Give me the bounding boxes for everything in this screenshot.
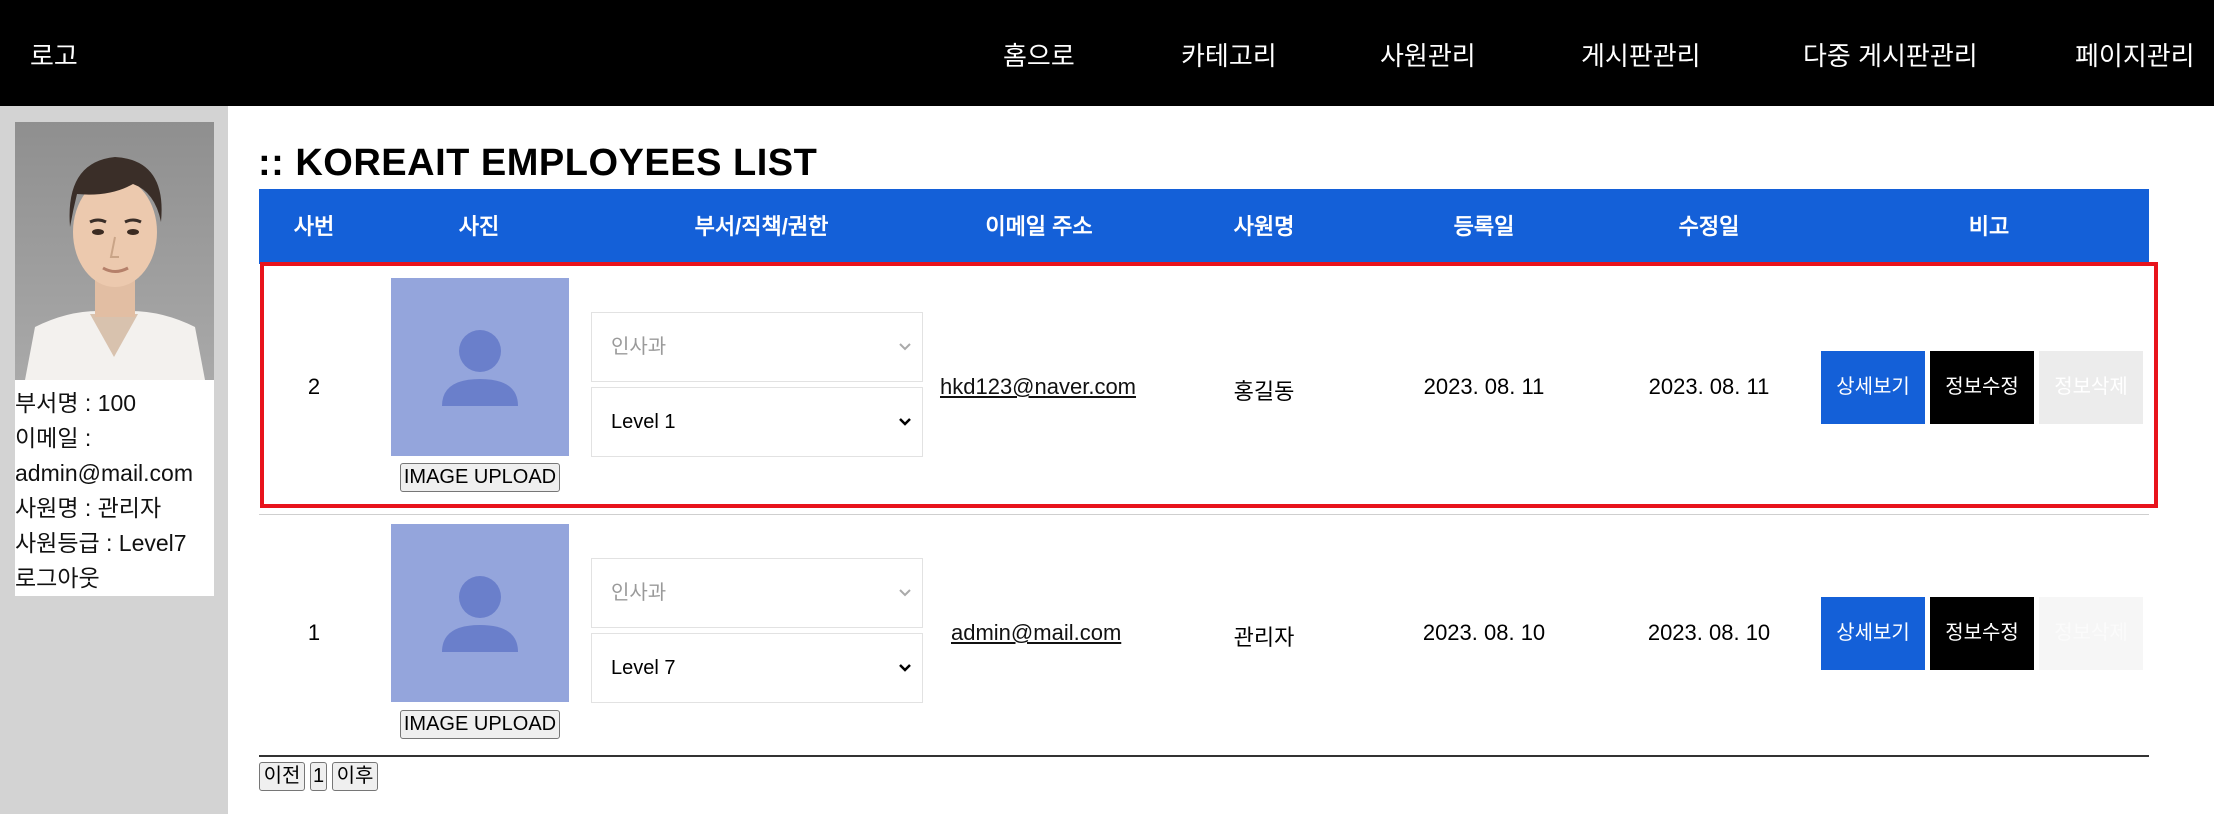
nav-home[interactable]: 홈으로 bbox=[1003, 36, 1075, 73]
next-page-button[interactable]: 이후 bbox=[332, 762, 378, 791]
chevron-down-icon bbox=[899, 418, 911, 426]
department-select: 인사과 bbox=[591, 558, 923, 628]
chevron-down-icon bbox=[899, 343, 911, 351]
col-header-remarks: 비고 bbox=[1968, 214, 2010, 239]
logo[interactable]: 로고 bbox=[30, 36, 78, 73]
page-1-button[interactable]: 1 bbox=[310, 762, 327, 791]
table-bottom-border bbox=[259, 755, 2149, 757]
logout-link[interactable]: 로그아웃 bbox=[15, 561, 214, 596]
employee-name: 관리자 bbox=[1233, 625, 1295, 650]
department-select: 인사과 bbox=[591, 312, 923, 382]
prev-page-button[interactable]: 이전 bbox=[259, 762, 305, 791]
chevron-down-icon bbox=[899, 589, 911, 597]
sidebar: 부서명 : 100 이메일 : admin@mail.com 사원명 : 관리자… bbox=[0, 106, 228, 814]
employee-email-link[interactable]: hkd123@naver.com bbox=[940, 374, 1136, 400]
edit-button[interactable]: 정보수정 bbox=[1930, 597, 2034, 670]
employee-photo bbox=[391, 524, 569, 702]
nav-page-management[interactable]: 페이지관리 bbox=[2075, 36, 2195, 73]
image-upload-button[interactable]: IMAGE UPLOAD bbox=[400, 463, 560, 492]
profile-grade: 사원등급 : Level7 bbox=[15, 530, 187, 556]
department-select-value: 인사과 bbox=[611, 582, 667, 604]
profile-card: 부서명 : 100 이메일 : admin@mail.com 사원명 : 관리자… bbox=[15, 122, 214, 596]
employee-email-link[interactable]: admin@mail.com bbox=[951, 620, 1121, 646]
profile-photo bbox=[15, 122, 214, 380]
col-header-created: 등록일 bbox=[1453, 214, 1515, 239]
employee-name: 홍길동 bbox=[1233, 379, 1295, 404]
detail-button[interactable]: 상세보기 bbox=[1821, 597, 1925, 670]
profile-info: 부서명 : 100 이메일 : admin@mail.com 사원명 : 관리자… bbox=[15, 386, 214, 596]
col-header-photo: 사진 bbox=[458, 214, 500, 239]
row-divider bbox=[259, 514, 2149, 515]
top-navigation: 로고 홈으로 카테고리 사원관리 게시판관리 다중 게시판관리 페이지관리 bbox=[0, 0, 2214, 106]
table-header: 사번 사진 부서/직책/권한 이메일 주소 사원명 등록일 수정일 비고 bbox=[259, 189, 2149, 264]
detail-button[interactable]: 상세보기 bbox=[1821, 351, 1925, 424]
user-avatar-icon bbox=[442, 330, 518, 406]
delete-button[interactable]: 정보삭제 bbox=[2039, 597, 2143, 670]
level-select[interactable]: Level 1 bbox=[591, 387, 923, 457]
employee-id: 2 bbox=[307, 374, 321, 399]
created-date: 2023. 08. 10 bbox=[1422, 620, 1546, 645]
nav-employee-management[interactable]: 사원관리 bbox=[1380, 36, 1476, 73]
col-header-updated: 수정일 bbox=[1678, 214, 1740, 239]
level-select[interactable]: Level 7 bbox=[591, 633, 923, 703]
delete-button[interactable]: 정보삭제 bbox=[2039, 351, 2143, 424]
level-select-value: Level 7 bbox=[611, 657, 676, 679]
profile-email-label: 이메일 : bbox=[15, 425, 92, 451]
image-upload-button[interactable]: IMAGE UPLOAD bbox=[400, 710, 560, 739]
profile-dept: 부서명 : 100 bbox=[15, 390, 137, 416]
department-select-value: 인사과 bbox=[611, 336, 667, 358]
updated-date: 2023. 08. 11 bbox=[1648, 374, 1770, 399]
col-header-id: 사번 bbox=[293, 214, 335, 239]
profile-name: 사원명 : 관리자 bbox=[15, 495, 162, 521]
nav-board-management[interactable]: 게시판관리 bbox=[1581, 36, 1701, 73]
nav-multi-board-management[interactable]: 다중 게시판관리 bbox=[1803, 36, 1978, 73]
nav-category[interactable]: 카테고리 bbox=[1181, 36, 1277, 73]
level-select-value: Level 1 bbox=[611, 411, 676, 433]
page-title: :: KOREAIT EMPLOYEES LIST bbox=[258, 142, 818, 184]
chevron-down-icon bbox=[899, 664, 911, 672]
col-header-dept: 부서/직책/권한 bbox=[694, 214, 829, 239]
col-header-name: 사원명 bbox=[1233, 214, 1295, 239]
created-date: 2023. 08. 11 bbox=[1423, 374, 1545, 399]
profile-email: admin@mail.com bbox=[15, 460, 194, 486]
edit-button[interactable]: 정보수정 bbox=[1930, 351, 2034, 424]
col-header-email: 이메일 주소 bbox=[985, 214, 1093, 239]
employee-photo bbox=[391, 278, 569, 456]
updated-date: 2023. 08. 10 bbox=[1647, 620, 1771, 645]
user-avatar-icon bbox=[442, 576, 518, 652]
employee-id: 1 bbox=[307, 620, 321, 645]
